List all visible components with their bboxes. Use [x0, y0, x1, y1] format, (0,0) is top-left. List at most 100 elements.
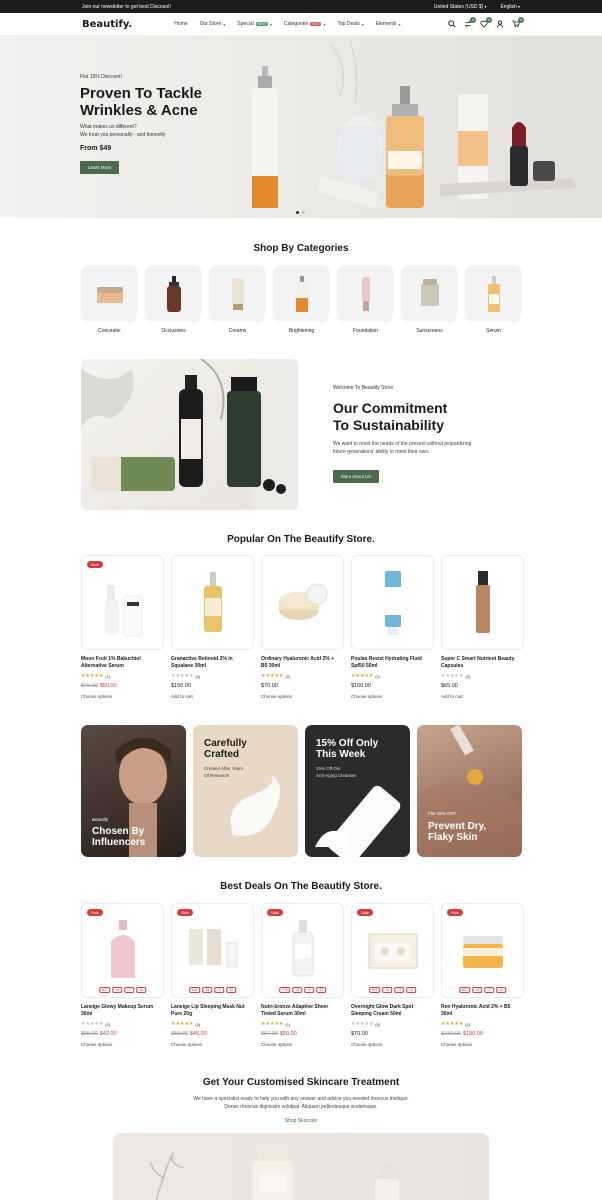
menu-item-elements[interactable]: Elements ▾ — [376, 21, 401, 27]
product-name[interactable]: Nutri-bronze Adaptive Sheer Tinted Serum … — [261, 1004, 344, 1018]
product-card[interactable]: Ordinary Hyaluronic Acid 2% + B5 30ml ★★★… — [261, 555, 344, 699]
promo-banner-weekly-offer[interactable]: 15% Off Only This Week 15% Off Our Anti-Ag… — [305, 725, 410, 857]
product-image[interactable]: Sale 622 14 07 32 — [441, 903, 524, 998]
product-name[interactable]: Granactive Retinoid 2% in Squalane 30ml — [171, 656, 254, 670]
cart-count-badge: 0 — [518, 16, 524, 23]
timer-hours: 14 — [202, 987, 213, 993]
rating-stars: ★★★★★ (0) — [441, 673, 524, 679]
product-image[interactable]: Sale 637 14 07 32 — [351, 903, 434, 998]
skincare-image — [113, 1133, 489, 1200]
product-name[interactable]: Super C Smart Nutrient Beauty Capsules — [441, 656, 524, 670]
timer-minutes: 07 — [124, 987, 135, 993]
product-name[interactable]: Moon Fruit 1% Bakuchiol Alternative Serum — [81, 656, 164, 670]
choose-options-link[interactable]: Choose options — [441, 1042, 524, 1047]
product-card[interactable]: Sale 637 14 07 32 Overnight Glow Dark Spot S… — [351, 903, 434, 1047]
product-image[interactable]: Sale 626 14 07 32 — [171, 903, 254, 998]
product-card[interactable]: Sale 626 14 07 32 Laneige Lip Sleeping Mask… — [171, 903, 254, 1047]
menu-label: Elements — [375, 21, 397, 27]
timer-seconds: 32 — [316, 987, 327, 993]
add-to-cart-link[interactable]: Add to cart — [441, 694, 524, 699]
new-tag: NEW — [255, 22, 268, 26]
banner-title-line: Crafted — [204, 749, 240, 760]
currency-selector[interactable]: United States (USD $) — [434, 4, 487, 10]
category-image — [209, 265, 266, 322]
product-card[interactable]: Poulas Resist Hydrating Fluid Spf50 50ml … — [351, 555, 434, 699]
more-about-us-button[interactable]: More About Us — [333, 470, 379, 483]
slider-dot[interactable] — [302, 211, 305, 214]
timer-seconds: 32 — [496, 987, 507, 993]
timer-days: 607 — [98, 987, 111, 993]
product-card[interactable]: Sale Moon Fruit 1% Bakuchiol Alternative … — [81, 555, 164, 699]
hot-tag: HOT — [310, 22, 322, 26]
star-icons: ★★★★★ — [81, 1021, 104, 1027]
compare-icon[interactable]: 0 — [463, 16, 476, 29]
price: $65.00 — [441, 683, 458, 689]
category-sunscreens[interactable]: Sunscreens — [401, 265, 458, 334]
product-name[interactable]: Laneige Glowy Makeup Serum 30ml — [81, 1004, 164, 1018]
product-image[interactable] — [351, 555, 434, 650]
cart-icon[interactable]: 0 — [511, 16, 524, 29]
review-count: (2) — [465, 1021, 471, 1027]
product-image[interactable]: Sale 775 14 07 32 — [261, 903, 344, 998]
product-name[interactable]: Poulas Resist Hydrating Fluid Spf50 50ml — [351, 656, 434, 670]
product-card[interactable]: Sale 607 14 07 32 Laneige Glowy Makeup Seru… — [81, 903, 164, 1047]
choose-options-link[interactable]: Choose options — [351, 694, 434, 699]
slider-dot[interactable] — [296, 211, 299, 214]
product-name[interactable]: Ren Hyaluronic Acid 2% + B5 30ml — [441, 1004, 524, 1018]
promo-banner-influencers[interactable]: Beautify Chosen By Influencers — [81, 725, 186, 857]
product-image[interactable] — [261, 555, 344, 650]
sustainability-text: We want to meet the needs of the present… — [333, 440, 493, 456]
category-brightening[interactable]: Brightening — [273, 265, 330, 334]
menu-item-our-store[interactable]: Our Store ▾ — [200, 21, 226, 27]
product-image[interactable]: Sale — [81, 555, 164, 650]
chevron-down-icon: ▾ — [269, 21, 272, 27]
category-concealer[interactable]: Concealer — [81, 265, 138, 334]
product-price: $160.00 — [351, 683, 434, 689]
add-to-cart-link[interactable]: Add to cart — [171, 694, 254, 699]
product-card[interactable]: Super C Smart Nutrient Beauty Capsules ★★… — [441, 555, 524, 699]
product-image[interactable]: Sale 607 14 07 32 — [81, 903, 164, 998]
product-image[interactable] — [441, 555, 524, 650]
choose-options-link[interactable]: Choose options — [171, 1042, 254, 1047]
menu-item-special[interactable]: Special NEW ▾ — [237, 21, 272, 27]
sustainability-title: Our Commitment To Sustainability — [333, 400, 493, 434]
choose-options-link[interactable]: Choose options — [351, 1042, 434, 1047]
choose-options-link[interactable]: Choose options — [261, 1042, 344, 1047]
product-card[interactable]: Granactive Retinoid 2% in Squalane 30ml ★… — [171, 555, 254, 699]
product-name-line: Capsules — [441, 663, 464, 669]
timer-days: 626 — [188, 987, 201, 993]
choose-options-link[interactable]: Choose options — [261, 694, 344, 699]
category-image — [465, 265, 522, 322]
category-serum[interactable]: Serum — [465, 265, 522, 334]
product-card[interactable]: Sale 775 14 07 32 Nutri-bronze Adaptive She… — [261, 903, 344, 1047]
search-icon[interactable] — [447, 20, 456, 29]
site-logo[interactable]: Beautify. — [82, 19, 132, 30]
product-price: $50.00 $45.00 — [171, 1031, 254, 1037]
choose-options-link[interactable]: Choose options — [81, 1042, 164, 1047]
product-name[interactable]: Laneige Lip Sleeping Mask Nut Pure 20g — [171, 1004, 254, 1018]
product-price: $55.00 $42.00 — [81, 1031, 164, 1037]
promo-banner-crafted[interactable]: Carefully Crafted Created After Years Of R… — [193, 725, 298, 857]
menu-item-top-deals[interactable]: Top Deals ▾ — [337, 21, 363, 27]
category-creams[interactable]: Creams — [209, 265, 266, 334]
promo-banner-dry-skin[interactable]: Flat 15% OFF Prevent Dry, Flaky Skin — [417, 725, 522, 857]
main-menu: Home Our Store ▾ Special NEW ▾ Categories HO… — [174, 21, 400, 27]
shop-skincare-link[interactable]: Shop Skincare — [0, 1118, 602, 1124]
heart-icon[interactable]: 0 — [479, 16, 492, 29]
product-name-line: Overnight Glow Dark Spot — [351, 1004, 414, 1010]
category-occlusives[interactable]: Occlusives — [145, 265, 202, 334]
product-name-line: Poulas Resist Hydrating Fluid — [351, 656, 422, 662]
learn-more-button[interactable]: Learn More — [80, 161, 120, 174]
language-selector[interactable]: English — [500, 4, 520, 10]
user-icon[interactable] — [495, 20, 504, 29]
product-name[interactable]: Ordinary Hyaluronic Acid 2% + B5 30ml — [261, 656, 344, 670]
menu-item-categories[interactable]: Categories HOT ▾ — [284, 21, 326, 27]
product-name[interactable]: Overnight Glow Dark Spot Sleeping Cream 5… — [351, 1004, 434, 1018]
product-card[interactable]: Sale 622 14 07 32 Ren Hyaluronic Acid 2% + … — [441, 903, 524, 1047]
category-foundation[interactable]: Foundation — [337, 265, 394, 334]
rating-stars: ★★★★★ (0) — [171, 673, 254, 679]
hero-title-line: Proven To Tackle — [80, 85, 202, 102]
menu-item-home[interactable]: Home — [174, 21, 187, 27]
choose-options-link[interactable]: Choose options — [81, 694, 164, 699]
product-image[interactable] — [171, 555, 254, 650]
